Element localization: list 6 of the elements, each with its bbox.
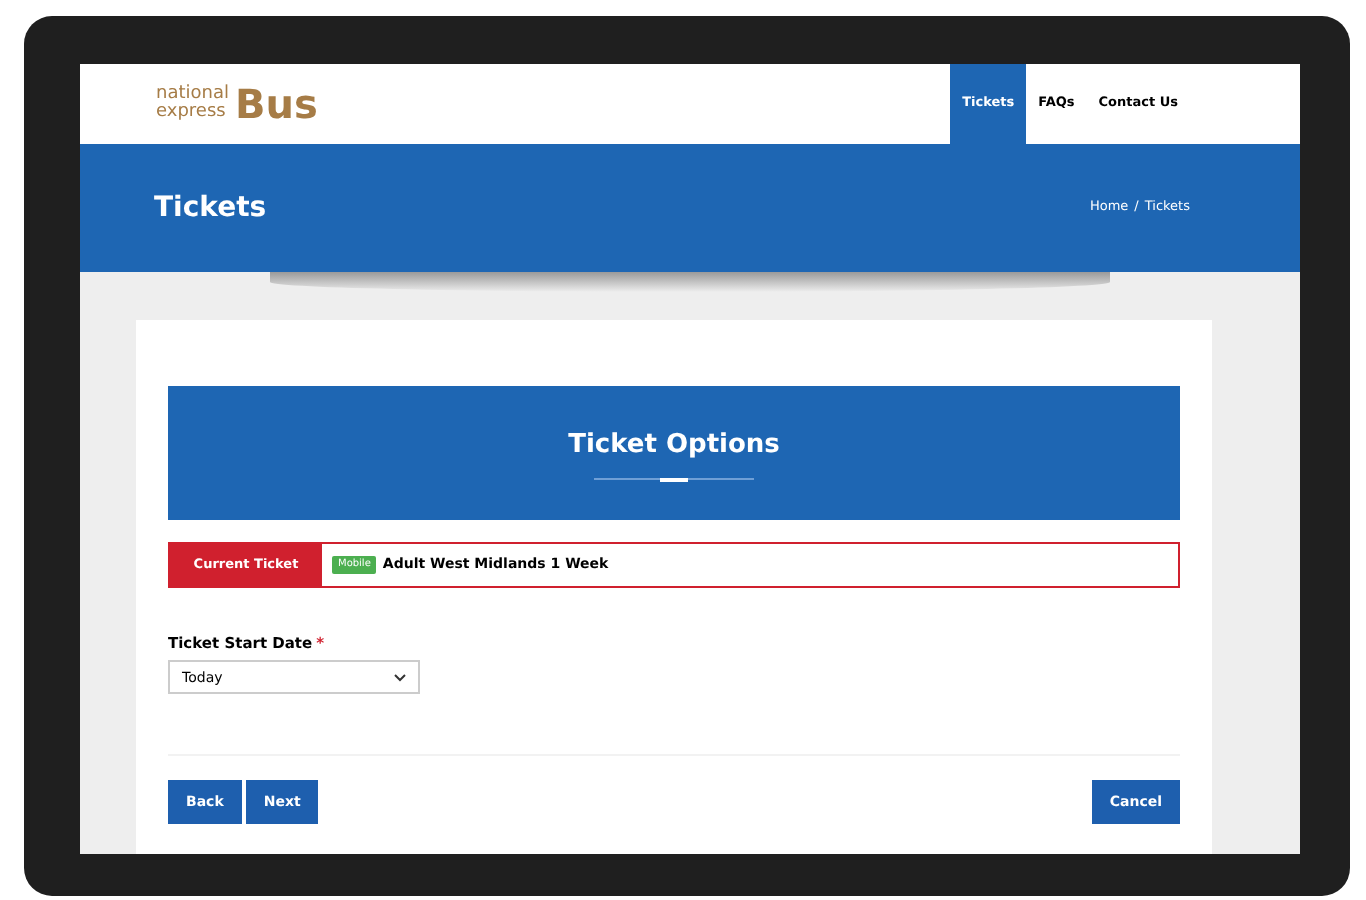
logo-text: national bbox=[156, 86, 229, 104]
page-title: Tickets bbox=[154, 189, 267, 227]
logo-text: express bbox=[156, 104, 228, 122]
logo-wordmark: Bus bbox=[234, 84, 318, 124]
chevron-down-icon bbox=[394, 673, 406, 682]
panel-title: Ticket Options bbox=[568, 427, 780, 464]
